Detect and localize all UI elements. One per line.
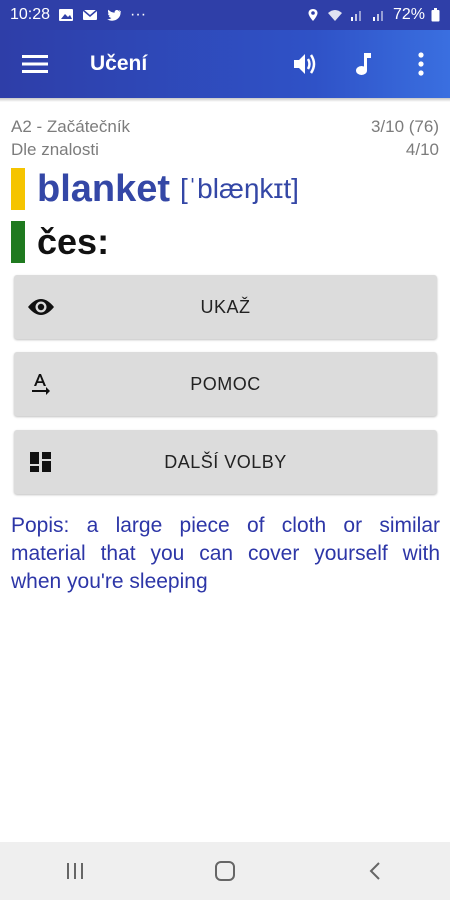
- show-button[interactable]: UKAŽ: [14, 275, 437, 339]
- volume-icon: [294, 54, 316, 74]
- language-marker: [11, 221, 25, 263]
- overflow-menu-button[interactable]: [392, 30, 450, 98]
- progress-secondary: 4/10: [405, 140, 439, 159]
- system-nav-bar: [0, 842, 450, 900]
- mail-icon: [82, 9, 98, 20]
- progress-primary: 3/10 (76): [370, 117, 439, 136]
- mode-label: Dle znalosti: [11, 140, 99, 159]
- status-time: 10:28: [10, 6, 51, 23]
- appbar-shadow: [0, 98, 450, 102]
- text-format-icon: [32, 374, 50, 395]
- home-button[interactable]: [180, 842, 270, 900]
- language-label: čes:: [37, 221, 110, 262]
- more-options-button-label: DALŠÍ VOLBY: [164, 451, 287, 472]
- home-icon: [215, 861, 235, 881]
- wifi-icon: [327, 10, 342, 21]
- signal-icon: [350, 11, 361, 21]
- word-marker: [11, 168, 25, 210]
- app-bar: Učení: [0, 30, 450, 98]
- level-label: A2 - Začátečník: [11, 117, 131, 136]
- word-description: Popis: a large piece of cloth or similar…: [11, 514, 440, 593]
- back-button[interactable]: [330, 842, 420, 900]
- recent-apps-icon: [67, 863, 83, 879]
- meta-row-level: A2 - Začátečník 3/10 (76): [11, 117, 439, 137]
- more-options-button[interactable]: DALŠÍ VOLBY: [14, 430, 437, 494]
- status-bar: 10:28 ··· 72%: [0, 0, 450, 30]
- help-button[interactable]: POMOC: [14, 352, 437, 416]
- word-pronunciation: [ˈblæŋkɪt]: [180, 173, 299, 204]
- sound-button[interactable]: [276, 30, 334, 98]
- status-more: ···: [130, 6, 147, 23]
- battery-level: 72%: [392, 6, 425, 23]
- more-vert-icon: [418, 52, 424, 76]
- help-button-label: POMOC: [190, 373, 261, 394]
- twitter-icon: [107, 9, 122, 21]
- signal-icon-2: [372, 11, 383, 21]
- menu-icon: [22, 55, 48, 73]
- meta-row-mode: Dle znalosti 4/10: [11, 140, 439, 160]
- back-icon: [369, 862, 380, 880]
- page-title: Učení: [90, 52, 148, 75]
- show-button-label: UKAŽ: [200, 296, 251, 317]
- battery-icon: [431, 8, 440, 22]
- word-line: blanket [ˈblæŋkɪt]: [11, 166, 299, 212]
- music-button[interactable]: [334, 30, 392, 98]
- gallery-icon: [59, 9, 74, 21]
- word: blanket: [37, 167, 171, 210]
- language-line: čes:: [11, 220, 109, 264]
- music-note-icon: [356, 53, 371, 75]
- menu-button[interactable]: [0, 30, 70, 98]
- recent-apps-button[interactable]: [30, 842, 120, 900]
- location-icon: [308, 9, 318, 21]
- eye-icon: [28, 299, 54, 315]
- dashboard-icon: [30, 452, 51, 472]
